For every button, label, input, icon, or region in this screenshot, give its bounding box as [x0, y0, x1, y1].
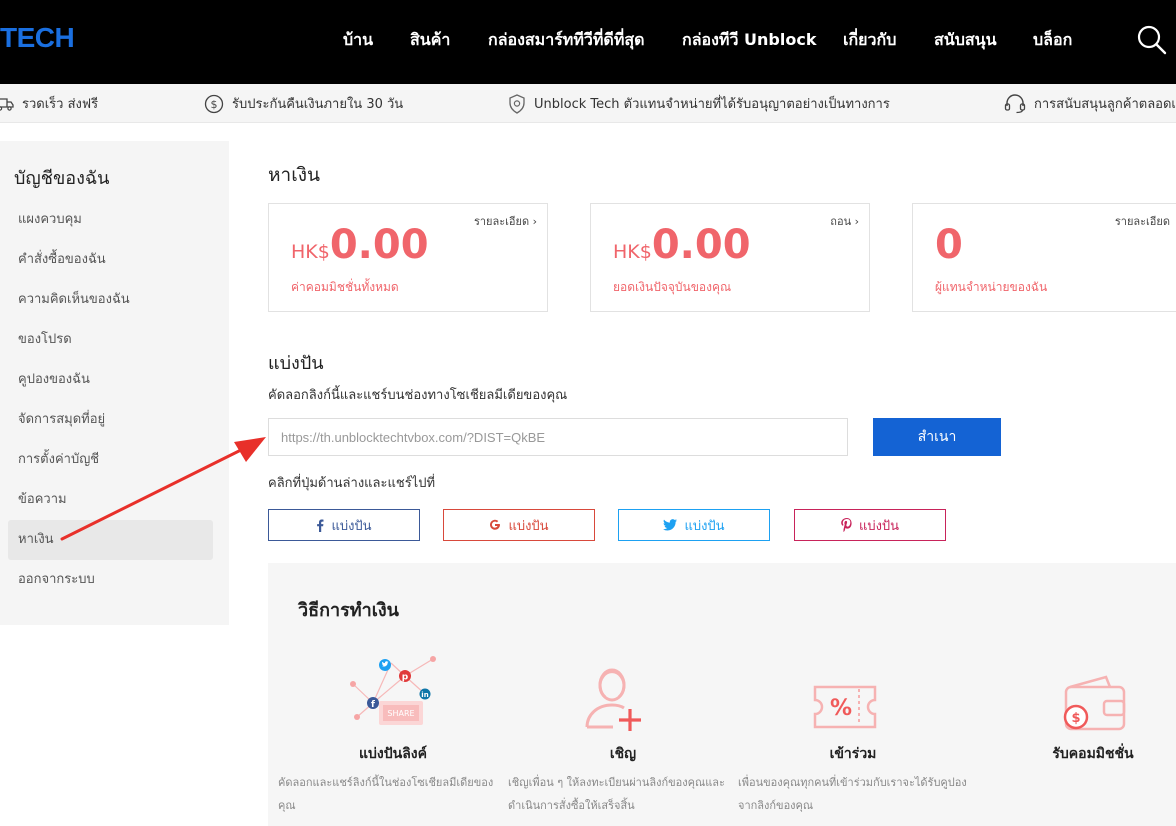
stat-value: HK$0.00: [613, 222, 751, 268]
sidebar-item-orders[interactable]: คำสั่งซื้อของฉัน: [8, 240, 213, 280]
site-header: TECH บ้าน สินค้า กล่องสมาร์ททีวีที่ดีที่…: [0, 0, 1176, 84]
twitter-icon: [663, 519, 678, 531]
shield-icon: [509, 93, 525, 114]
svg-text:p: p: [402, 673, 409, 683]
step-title: รับคอมมิชชั่น: [1052, 746, 1134, 762]
add-user-icon: [585, 668, 641, 731]
step-title: เชิญ: [609, 746, 637, 762]
nav-products[interactable]: สินค้า: [410, 28, 450, 53]
nav-unblock-box[interactable]: กล่องทีวี Unblock: [682, 28, 816, 53]
nav-about[interactable]: เกี่ยวกับ: [843, 28, 896, 53]
step-description: คัดลอกและแชร์ลิงก์นี้ในช่องโซเชียลมีเดีย…: [278, 776, 494, 812]
card-my-distributors: รายละเอียด 0 ผู้แทนจำหน่ายของฉัน: [912, 203, 1176, 312]
svg-text:$: $: [1071, 711, 1080, 726]
pinterest-icon: [841, 518, 852, 532]
stat-value: 0: [935, 222, 963, 268]
dollar-circle-icon: $: [204, 94, 224, 113]
sidebar-item-messages[interactable]: ข้อความ: [8, 480, 213, 520]
stat-value: HK$0.00: [291, 222, 429, 268]
share-badge: SHARE: [387, 709, 414, 718]
stat-label: ยอดเงินปัจจุบันของคุณ: [613, 280, 732, 294]
search-icon[interactable]: [1136, 24, 1168, 56]
how-to-earn-title: วิธีการทำเงิน: [298, 600, 399, 621]
card-current-balance: ถอน › HK$0.00 ยอดเงินปัจจุบันของคุณ: [590, 203, 870, 312]
sidebar-item-reviews[interactable]: ความคิดเห็นของฉัน: [8, 280, 213, 320]
step-title: เข้าร่วม: [829, 746, 877, 762]
info-support: การสนับสนุนลูกค้าตลอดเวลา: [1004, 84, 1176, 123]
nav-home[interactable]: บ้าน: [343, 28, 373, 53]
main-nav: บ้าน สินค้า กล่องสมาร์ททีวีที่ดีที่สุด ก…: [0, 28, 1176, 52]
google-icon: [490, 519, 501, 530]
card-withdraw-link[interactable]: ถอน ›: [830, 212, 859, 230]
card-details-link[interactable]: รายละเอียด: [1115, 212, 1170, 230]
wallet-icon: $: [1063, 675, 1126, 731]
sidebar-item-logout[interactable]: ออกจากระบบ: [8, 560, 213, 600]
share-section-title: แบ่งปัน: [268, 353, 324, 374]
sidebar-item-coupons[interactable]: คูปองของฉัน: [8, 360, 213, 400]
share-google-button[interactable]: แบ่งปัน: [443, 509, 595, 541]
stat-label: ผู้แทนจำหน่ายของฉัน: [935, 280, 1048, 294]
chevron-right-icon: ›: [532, 215, 537, 228]
info-guarantee-text: รับประกันคืนเงินภายใน 30 วัน: [232, 97, 404, 112]
info-bar: รวดเร็ว ส่งฟรี $ รับประกันคืนเงินภายใน 3…: [0, 84, 1176, 123]
info-support-text: การสนับสนุนลูกค้าตลอดเวลา: [1034, 97, 1176, 112]
share-twitter-button[interactable]: แบ่งปัน: [618, 509, 770, 541]
sidebar-item-address-book[interactable]: จัดการสมุดที่อยู่: [8, 400, 213, 440]
step-title: แบ่งปันลิงค์: [359, 746, 427, 762]
card-total-commission: รายละเอียด › HK$0.00 ค่าคอมมิชชั่นทั้งหม…: [268, 203, 548, 312]
share-facebook-button[interactable]: แบ่งปัน: [268, 509, 420, 541]
nav-blog[interactable]: บล็อก: [1033, 28, 1072, 53]
card-details-link[interactable]: รายละเอียด ›: [474, 212, 537, 230]
sidebar-title: บัญชีของฉัน: [14, 168, 110, 189]
sidebar-item-earn-money[interactable]: หาเงิน: [8, 520, 213, 560]
page-title: หาเงิน: [268, 164, 320, 186]
info-authorized: Unblock Tech ตัวแทนจำหน่ายที่ได้รับอนุญา…: [508, 84, 890, 123]
headset-icon: [1004, 93, 1026, 113]
info-shipping: รวดเร็ว ส่งฟรี: [0, 84, 98, 123]
svg-text:in: in: [421, 691, 428, 699]
svg-text:$: $: [211, 98, 218, 111]
info-authorized-text: Unblock Tech ตัวแทนจำหน่ายที่ได้รับอนุญา…: [534, 97, 890, 112]
step-description: เชิญเพื่อน ๆ ให้ลงทะเบียนผ่านลิงก์ของคุณ…: [508, 776, 725, 812]
account-sidebar: บัญชีของฉัน แผงควบคุม คำสั่งซื้อของฉัน ค…: [0, 141, 229, 625]
how-to-earn-section: วิธีการทำเงิน SHARE p f in แบ่งปันลิงค์ …: [268, 563, 1176, 826]
nav-best-box[interactable]: กล่องสมาร์ททีวีที่ดีที่สุด: [488, 28, 645, 53]
truck-icon: [0, 97, 14, 111]
svg-text:%: %: [830, 696, 852, 721]
sidebar-item-dashboard[interactable]: แผงควบคุม: [8, 200, 213, 240]
share-network-icon: SHARE p f in: [350, 656, 436, 725]
info-shipping-text: รวดเร็ว ส่งฟรี: [22, 97, 99, 112]
sidebar-item-account-settings[interactable]: การตั้งค่าบัญชี: [8, 440, 213, 480]
step-description: เพื่อนของคุณทุกคนที่เข้าร่วมกับเราจะได้ร…: [738, 776, 967, 812]
chevron-right-icon: ›: [854, 215, 859, 228]
referral-link-input[interactable]: [268, 418, 848, 456]
info-guarantee: $ รับประกันคืนเงินภายใน 30 วัน: [204, 84, 403, 123]
facebook-icon: [317, 519, 324, 532]
share-hint: คลิกที่ปุ่มด้านล่างและแชร์ไปที่: [268, 476, 436, 491]
nav-support[interactable]: สนับสนุน: [934, 28, 997, 53]
share-description: คัดลอกลิงก์นี้และแชร์บนช่องทางโซเชียลมีเ…: [268, 388, 568, 403]
svg-text:f: f: [371, 700, 375, 710]
copy-button[interactable]: สำเนา: [873, 418, 1001, 456]
share-pinterest-button[interactable]: แบ่งปัน: [794, 509, 946, 541]
stat-label: ค่าคอมมิชชั่นทั้งหมด: [291, 280, 399, 294]
coupon-percent-icon: %: [813, 685, 877, 729]
sidebar-item-favorites[interactable]: ของโปรด: [8, 320, 213, 360]
